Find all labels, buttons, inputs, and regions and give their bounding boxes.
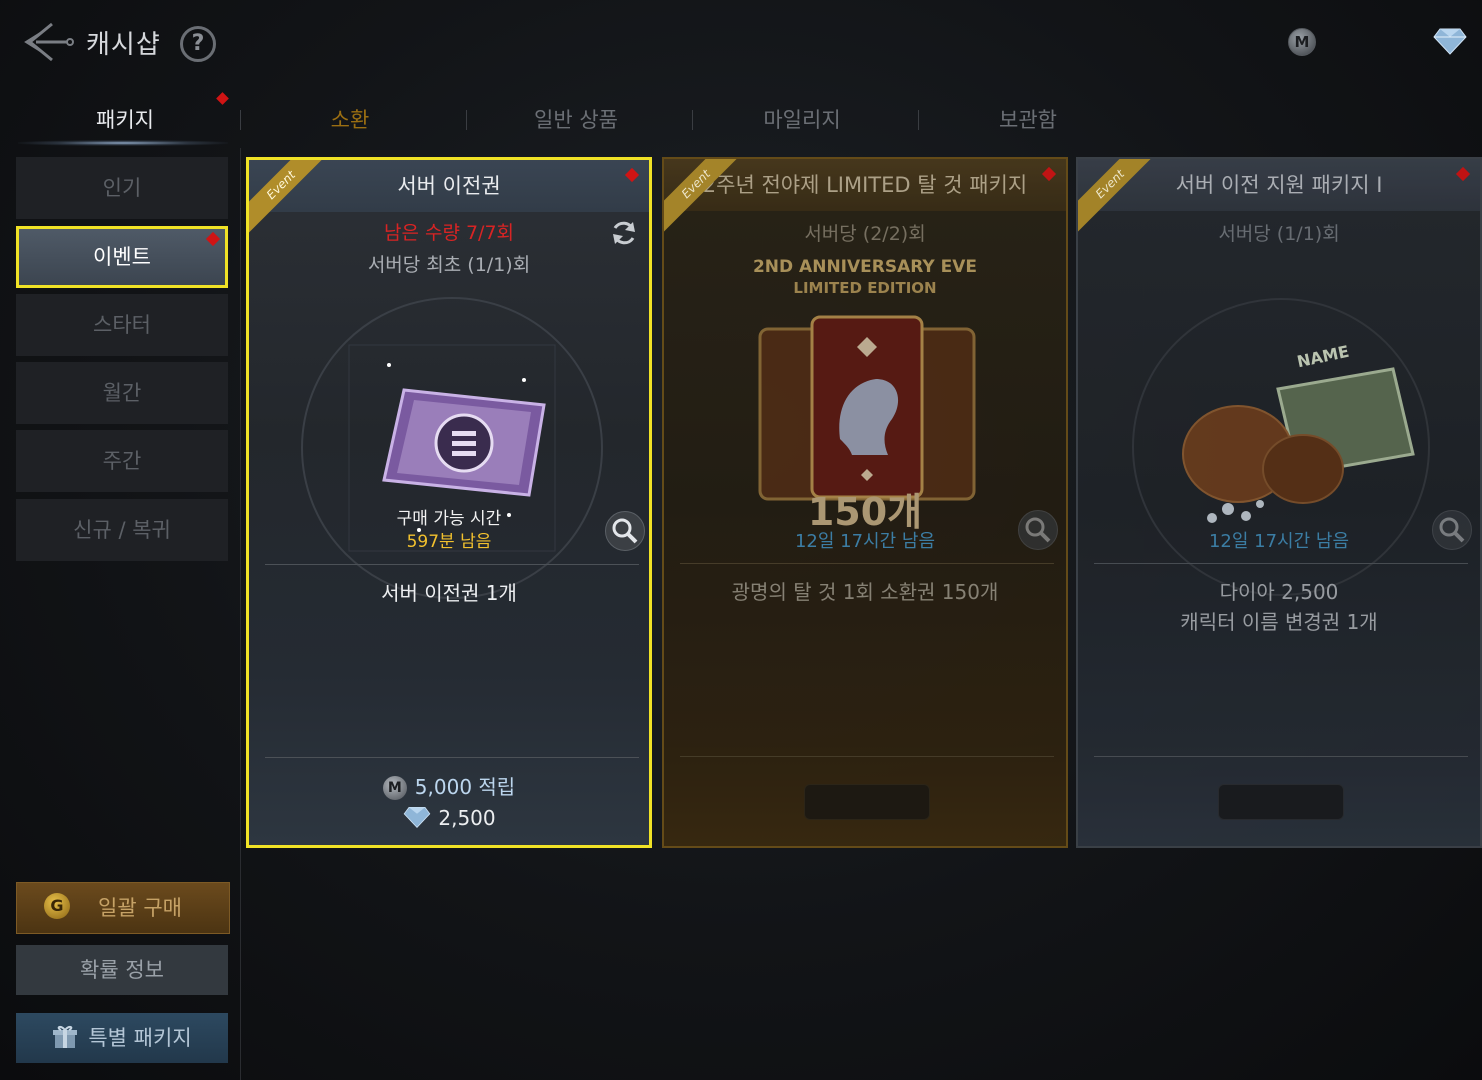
question-circle-icon[interactable]: ? <box>180 26 216 62</box>
mileage-amount: 5,000 적립 <box>414 775 516 799</box>
probability-info-button[interactable]: 확률 정보 <box>16 945 228 995</box>
purchase-limit: 서버당 최초 (1/1)회 <box>367 254 531 276</box>
art-title-line2: LIMITED EDITION <box>793 279 937 297</box>
price-button[interactable] <box>1218 784 1344 820</box>
purchase-limit: 서버당 (1/1)회 <box>1218 223 1340 245</box>
diamond-icon <box>1433 28 1467 55</box>
time-remaining: 597분 남음 <box>406 532 492 552</box>
divider <box>680 563 1054 564</box>
tab-mileage[interactable]: 마일리지 <box>732 104 872 136</box>
package-contents: 광명의 탈 것 1회 소환권 150개 <box>664 577 1066 607</box>
sidebar-item-event[interactable]: 이벤트 <box>16 226 228 288</box>
package-contents: 다이아 2,500 캐릭터 이름 변경권 1개 <box>1078 577 1480 637</box>
package-card-server-transfer[interactable]: 서버 이전권 Event 남은 수량 7/7회 서버당 최초 (1/1)회 구매… <box>246 157 652 848</box>
time-label: 구매 가능 시간 <box>396 509 502 529</box>
tab-summon[interactable]: 소환 <box>280 104 420 136</box>
remaining-quantity: 남은 수량 7/7회 <box>383 222 515 244</box>
tab-general-items[interactable]: 일반 상품 <box>506 104 646 136</box>
package-contents: 서버 이전권 1개 <box>249 578 649 608</box>
search-icon[interactable] <box>1018 510 1058 550</box>
art-title-line1: 2ND ANNIVERSARY EVE <box>752 257 978 277</box>
package-card-server-transfer-support[interactable]: 서버 이전 지원 패키지 I Event 서버당 (1/1)회 NAME 12일… <box>1076 157 1482 848</box>
price-button[interactable]: 2,500 <box>249 805 649 830</box>
bulk-buy-label: 일괄 구매 <box>98 896 182 920</box>
tab-divider <box>240 110 241 130</box>
content-item: 서버 이전권 1개 <box>381 581 517 605</box>
price-amount: 2,500 <box>438 806 496 830</box>
back-arrow-icon[interactable] <box>22 18 76 66</box>
sidebar-item-popular[interactable]: 인기 <box>16 157 228 219</box>
tab-package-alert-dot <box>216 92 229 105</box>
support-package-art <box>1132 298 1430 596</box>
sidebar-item-weekly[interactable]: 주간 <box>16 430 228 492</box>
diamond-icon <box>404 807 431 828</box>
refresh-icon[interactable] <box>609 218 639 248</box>
tab-divider <box>918 110 919 130</box>
tab-active-indicator <box>18 140 228 146</box>
content-item: 다이아 2,500 <box>1219 580 1339 604</box>
sidebar-item-monthly[interactable]: 월간 <box>16 362 228 424</box>
divider <box>265 757 639 758</box>
special-package-button[interactable]: 특별 패키지 <box>16 1013 228 1063</box>
mileage-coin-icon: M <box>1288 28 1316 56</box>
gold-coin-icon: G <box>44 893 70 919</box>
price-button[interactable] <box>804 784 930 820</box>
purchase-limit: 서버당 (2/2)회 <box>804 223 926 245</box>
package-card-anniversary-mount[interactable]: 2주년 전야제 LIMITED 탈 것 패키지 Event 서버당 (2/2)회… <box>662 157 1068 848</box>
mileage-coin-icon: M <box>382 776 407 800</box>
search-icon[interactable] <box>605 511 645 551</box>
tab-package[interactable]: 패키지 <box>40 104 210 136</box>
page-title: 캐시샵 <box>86 30 161 60</box>
divider <box>1094 563 1468 564</box>
tab-divider <box>692 110 693 130</box>
sidebar-item-new-returning[interactable]: 신규 / 복귀 <box>16 499 228 561</box>
sidebar-item-starter[interactable]: 스타터 <box>16 294 228 356</box>
mileage-reward: M 5,000 적립 <box>249 771 649 800</box>
divider <box>265 564 639 565</box>
divider <box>1094 756 1468 757</box>
time-remaining: 12일 17시간 남음 <box>1208 531 1350 552</box>
divider <box>680 756 1054 757</box>
gift-icon <box>53 1025 78 1048</box>
tab-storage[interactable]: 보관함 <box>958 104 1098 136</box>
search-icon[interactable] <box>1432 510 1472 550</box>
server-transfer-ticket-art <box>301 297 603 599</box>
tab-divider <box>466 110 467 130</box>
content-item: 광명의 탈 것 1회 소환권 150개 <box>731 580 999 604</box>
special-package-label: 특별 패키지 <box>88 1026 192 1050</box>
time-remaining: 12일 17시간 남음 <box>794 531 936 552</box>
content-item: 캐릭터 이름 변경권 1개 <box>1180 610 1378 634</box>
